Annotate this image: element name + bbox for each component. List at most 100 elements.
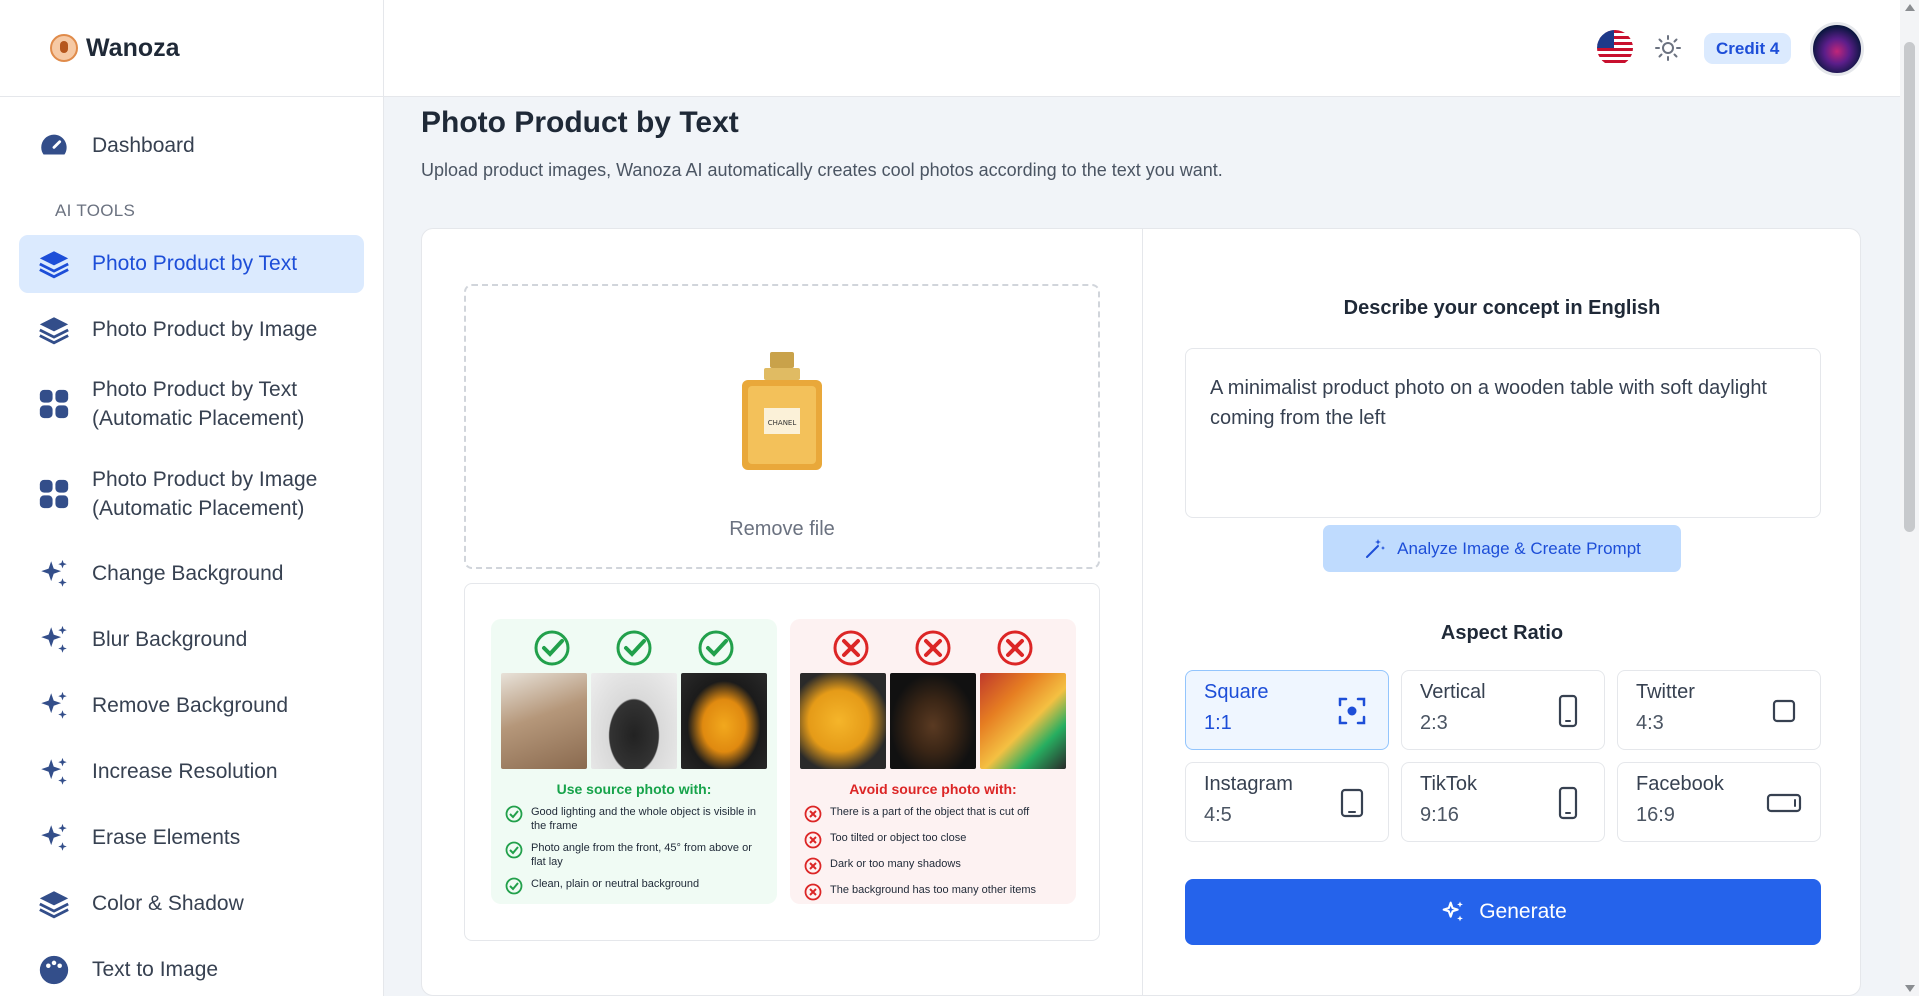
example-photo-dark	[890, 673, 976, 769]
remove-file-link[interactable]: Remove file	[466, 518, 1098, 541]
guide-bad-panel: Avoid source photo with: There is a part…	[790, 619, 1076, 904]
analyze-image-button[interactable]: Analyze Image & Create Prompt	[1323, 525, 1681, 572]
sidebar-item-label: Photo Product by Text (Automatic Placemen…	[92, 378, 305, 430]
check-circle-icon	[505, 877, 523, 895]
sidebar-item-label: Remove Background	[92, 694, 289, 717]
list-item: Dark or too many shadows	[804, 857, 1064, 875]
sidebar-item-label: Photo Product by Image	[92, 318, 318, 341]
ratio-option-square[interactable]: Square 1:1	[1185, 670, 1389, 750]
scroll-up-arrow-icon[interactable]	[1905, 4, 1915, 11]
top-header: Credit 4	[384, 0, 1900, 97]
ratio-option-vertical[interactable]: Vertical 2:3	[1401, 670, 1605, 750]
scroll-thumb[interactable]	[1904, 42, 1915, 532]
sparkles-icon	[37, 689, 71, 723]
sidebar-item-label: Increase Resolution	[92, 760, 278, 783]
palette-icon	[37, 953, 71, 987]
sidebar-item-photo-product-by-text[interactable]: Photo Product by Text	[19, 235, 364, 293]
sparkles-icon	[37, 557, 71, 591]
list-item: Good lighting and the whole object is vi…	[505, 805, 765, 833]
aspect-ratio-grid: Square 1:1 Vertical 2:3 Twitter 4:3 Inst…	[1185, 670, 1821, 842]
sidebar-item-change-background[interactable]: Change Background	[19, 545, 364, 603]
page-subtitle: Upload product images, Wanoza AI automat…	[421, 160, 1223, 180]
x-circle-icon	[915, 630, 951, 666]
guide-good-title: Use source photo with:	[556, 781, 712, 797]
ratio-option-facebook[interactable]: Facebook 16:9	[1617, 762, 1821, 842]
landscape-icon	[1766, 793, 1802, 813]
check-circle-icon	[698, 630, 734, 666]
x-circle-icon	[804, 805, 822, 823]
x-circle-icon	[804, 857, 822, 875]
ratio-option-tiktok[interactable]: TikTok 9:16	[1401, 762, 1605, 842]
grid-icon	[37, 387, 71, 421]
sidebar-item-photo-product-by-image[interactable]: Photo Product by Image	[19, 301, 364, 359]
sidebar-item-label: Blur Background	[92, 628, 248, 651]
bad-photo-examples	[790, 673, 1076, 769]
list-item: Clean, plain or neutral background	[505, 877, 765, 895]
portrait-icon	[1340, 788, 1364, 818]
sidebar-item-label: Text to Image	[92, 958, 219, 981]
sidebar-item-label: Color & Shadow	[92, 892, 244, 915]
concept-title: Describe your concept in English	[1343, 297, 1661, 319]
magic-wand-icon	[1366, 538, 1386, 558]
example-photo-cropped	[800, 673, 886, 769]
example-photo-food	[681, 673, 767, 769]
list-item: The background has too many other items	[804, 883, 1064, 901]
phone-icon	[1558, 786, 1578, 820]
section-label-ai-tools: AI TOOLS	[55, 201, 136, 220]
sparkles-icon	[1442, 901, 1464, 922]
us-flag-icon[interactable]	[1597, 30, 1633, 66]
sidebar-item-photo-product-by-image-auto[interactable]: Photo Product by Image (Automatic Placeme…	[19, 449, 364, 539]
brand[interactable]: Wanoza	[0, 0, 383, 97]
wanoza-logo-icon	[50, 34, 78, 62]
generate-button[interactable]: Generate	[1185, 879, 1821, 945]
sparkles-icon	[37, 755, 71, 789]
sidebar-item-text-to-image[interactable]: Text to Image	[19, 941, 364, 996]
ratio-option-twitter[interactable]: Twitter 4:3	[1617, 670, 1821, 750]
scroll-down-arrow-icon[interactable]	[1905, 985, 1915, 992]
sidebar-item-label: Erase Elements	[92, 826, 241, 849]
sidebar-nav: Dashboard AI TOOLS Photo Product by Text…	[0, 117, 383, 996]
sparkles-icon	[37, 623, 71, 657]
guide-good-list: Good lighting and the whole object is vi…	[491, 797, 777, 895]
x-circle-icon	[804, 831, 822, 849]
photo-guide: Use source photo with: Good lighting and…	[464, 583, 1100, 941]
page-title: Photo Product by Text	[421, 106, 739, 139]
sidebar-item-label: Change Background	[92, 562, 284, 585]
sidebar-item-label: Dashboard	[92, 134, 195, 157]
brand-name: Wanoza	[86, 33, 180, 62]
example-photo-bag	[591, 673, 677, 769]
grid-icon	[37, 477, 71, 511]
sidebar-item-increase-resolution[interactable]: Increase Resolution	[19, 743, 364, 801]
sidebar-item-erase-elements[interactable]: Erase Elements	[19, 809, 364, 867]
check-circle-icon	[505, 805, 523, 823]
focus-icon	[1338, 697, 1366, 725]
bottle-label: CHANEL	[768, 419, 797, 427]
phone-icon	[1558, 694, 1578, 728]
example-photo-cluttered	[980, 673, 1066, 769]
example-photo-box	[501, 673, 587, 769]
credit-badge[interactable]: Credit 4	[1704, 33, 1792, 64]
sun-icon[interactable]	[1654, 34, 1682, 62]
sidebar-item-photo-product-by-text-auto[interactable]: Photo Product by Text (Automatic Placemen…	[19, 359, 364, 449]
sidebar-item-label: Photo Product by Image (Automatic Placeme…	[92, 468, 318, 520]
guide-bad-title: Avoid source photo with:	[849, 781, 1017, 797]
sidebar-item-color-shadow[interactable]: Color & Shadow	[19, 875, 364, 933]
sidebar-item-remove-background[interactable]: Remove Background	[19, 677, 364, 735]
check-circle-icon	[505, 841, 523, 859]
square-icon	[1772, 699, 1796, 723]
avatar[interactable]	[1810, 22, 1864, 76]
sidebar-item-blur-background[interactable]: Blur Background	[19, 611, 364, 669]
sparkles-icon	[37, 821, 71, 855]
check-circle-icon	[534, 630, 570, 666]
upload-dropzone[interactable]: CHANEL Remove file	[464, 284, 1100, 569]
sidebar-item-dashboard[interactable]: Dashboard	[19, 117, 364, 175]
x-circle-icon	[833, 630, 869, 666]
check-circle-icon	[616, 630, 652, 666]
sidebar: Wanoza Dashboard AI TOOLS Photo Product …	[0, 0, 384, 996]
ratio-option-instagram[interactable]: Instagram 4:5	[1185, 762, 1389, 842]
layers-icon	[37, 313, 71, 347]
page-scrollbar[interactable]	[1900, 0, 1919, 996]
guide-good-panel: Use source photo with: Good lighting and…	[491, 619, 777, 904]
concept-textarea[interactable]: A minimalist product photo on a wooden t…	[1185, 348, 1821, 518]
guide-bad-list: There is a part of the object that is cu…	[790, 797, 1076, 901]
